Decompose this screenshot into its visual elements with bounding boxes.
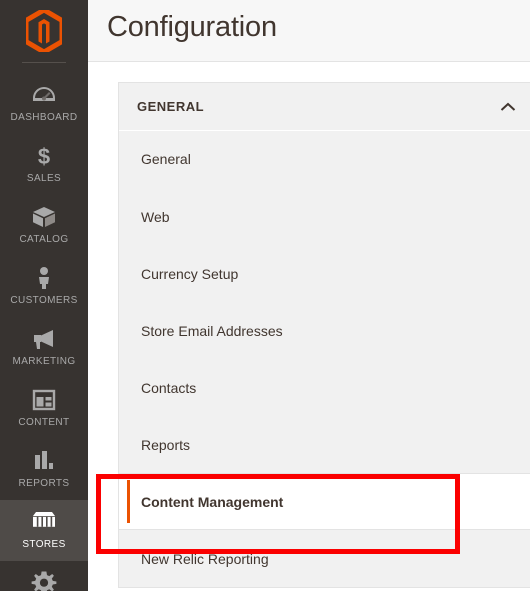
admin-sidebar: DASHBOARD $ SALES CATALOG CUSTOMERS MARK… xyxy=(0,0,88,591)
chevron-up-icon[interactable] xyxy=(500,102,516,112)
sidebar-item-content[interactable]: CONTENT xyxy=(0,378,88,439)
storefront-icon xyxy=(2,509,86,535)
config-item-web[interactable]: Web xyxy=(119,188,530,245)
sidebar-divider xyxy=(22,62,66,63)
dollar-sign-icon: $ xyxy=(2,143,86,169)
sidebar-item-label: STORES xyxy=(22,539,66,550)
config-item-reports[interactable]: Reports xyxy=(119,416,530,473)
sidebar-item-sales[interactable]: $ SALES xyxy=(0,134,88,195)
sidebar-item-system[interactable] xyxy=(0,561,88,591)
config-item-general[interactable]: General xyxy=(119,131,530,188)
person-icon xyxy=(2,265,86,291)
config-section-general[interactable]: GENERAL xyxy=(119,83,530,131)
config-item-label: Web xyxy=(141,209,170,225)
sidebar-item-label: MARKETING xyxy=(12,356,76,367)
sidebar-item-marketing[interactable]: MARKETING xyxy=(0,317,88,378)
bar-chart-icon xyxy=(2,448,86,474)
magento-logo-icon xyxy=(26,10,62,52)
config-item-label: Reports xyxy=(141,437,191,453)
config-item-label: Store Email Addresses xyxy=(141,323,283,339)
config-item-content-management[interactable]: Content Management xyxy=(119,473,530,530)
config-item-contacts[interactable]: Contacts xyxy=(119,359,530,416)
config-item-label: Content Management xyxy=(141,494,284,510)
config-item-currency-setup[interactable]: Currency Setup xyxy=(119,245,530,302)
main-content: GENERAL General Web Currency Setup Store… xyxy=(88,62,530,591)
svg-text:$: $ xyxy=(38,144,50,168)
sidebar-item-label: DASHBOARD xyxy=(10,112,78,123)
configuration-nav: GENERAL General Web Currency Setup Store… xyxy=(118,82,530,588)
sidebar-item-label: SALES xyxy=(26,173,62,184)
sidebar-item-label: REPORTS xyxy=(18,478,70,489)
megaphone-icon xyxy=(2,326,86,352)
dashboard-gauge-icon xyxy=(2,82,86,108)
config-item-new-relic-reporting[interactable]: New Relic Reporting xyxy=(119,530,530,587)
sidebar-item-catalog[interactable]: CATALOG xyxy=(0,195,88,256)
box-icon xyxy=(2,204,86,230)
config-item-store-email-addresses[interactable]: Store Email Addresses xyxy=(119,302,530,359)
page-header: Configuration xyxy=(88,0,530,62)
magento-logo[interactable] xyxy=(0,0,88,62)
admin-page: DASHBOARD $ SALES CATALOG CUSTOMERS MARK… xyxy=(0,0,530,591)
sidebar-item-stores[interactable]: STORES xyxy=(0,500,88,561)
sidebar-item-label: CATALOG xyxy=(19,234,69,245)
gear-icon xyxy=(2,570,86,591)
sidebar-item-dashboard[interactable]: DASHBOARD xyxy=(0,73,88,134)
config-item-label: General xyxy=(141,151,191,167)
sidebar-item-customers[interactable]: CUSTOMERS xyxy=(0,256,88,317)
config-item-label: New Relic Reporting xyxy=(141,551,269,567)
config-item-label: Contacts xyxy=(141,380,197,396)
config-section-label: GENERAL xyxy=(137,99,205,114)
sidebar-item-label: CUSTOMERS xyxy=(10,295,78,306)
page-title: Configuration xyxy=(107,11,277,43)
config-item-label: Currency Setup xyxy=(141,266,239,282)
layout-panel-icon xyxy=(2,387,86,413)
sidebar-item-reports[interactable]: REPORTS xyxy=(0,439,88,500)
sidebar-item-label: CONTENT xyxy=(18,417,70,428)
